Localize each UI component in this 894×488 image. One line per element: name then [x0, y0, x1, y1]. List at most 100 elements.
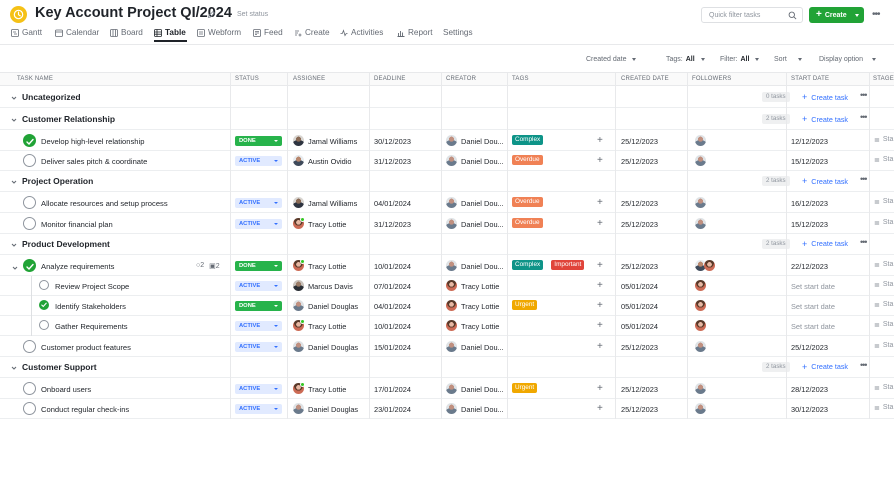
add-tag-icon[interactable]: + [597, 300, 603, 311]
status-dropdown[interactable]: DONE [235, 136, 282, 146]
task-complete-checkbox[interactable] [23, 216, 36, 230]
chevron-down-icon[interactable] [11, 116, 17, 122]
edit-pencil-icon[interactable] [207, 10, 216, 19]
stage-cell[interactable]: ≣ Sta [874, 384, 893, 392]
add-tag-icon[interactable]: + [597, 135, 603, 146]
start-date[interactable]: 30/12/2023 [791, 405, 828, 414]
task-name[interactable]: Develop high-level relationship [41, 137, 144, 146]
col-tags[interactable]: TAGS [512, 76, 529, 82]
task-name[interactable]: Conduct regular check-ins [41, 405, 129, 414]
stage-cell[interactable]: ≣ Sta [874, 219, 893, 227]
status-dropdown[interactable]: ACTIVE [235, 198, 282, 209]
follower-avatar[interactable] [695, 197, 706, 209]
task-row[interactable]: Deliver sales pitch & coordinate ACTIVE Au… [0, 151, 894, 172]
task-row[interactable]: Monitor financial plan ACTIVE Tracy Lottie… [0, 214, 894, 234]
add-tag-icon[interactable]: + [597, 403, 603, 414]
assignee-name[interactable]: Tracy Lottie [308, 322, 346, 331]
tag-badge[interactable]: Overdue [512, 197, 543, 208]
tab-calendar[interactable]: Calendar [55, 28, 99, 37]
task-name[interactable]: Deliver sales pitch & coordinate [41, 157, 147, 166]
create-task-link[interactable]: + Create task [802, 239, 848, 249]
stage-cell[interactable]: ≣ Sta [874, 136, 893, 144]
task-complete-checkbox[interactable] [23, 258, 36, 272]
add-tag-icon[interactable]: + [597, 320, 603, 331]
tag-badge[interactable]: Urgent [512, 382, 538, 393]
deadline-date[interactable]: 31/12/2023 [374, 220, 411, 229]
deadline-date[interactable]: 07/01/2024 [374, 282, 411, 291]
start-date[interactable]: 15/12/2023 [791, 220, 828, 229]
stage-cell[interactable]: ≣ Sta [874, 156, 893, 164]
sort-field-dropdown[interactable]: Created date [586, 54, 637, 64]
tags-filter-dropdown[interactable]: Tags: All [666, 54, 705, 64]
assignee-name[interactable]: Tracy Lottie [308, 262, 346, 271]
task-name[interactable]: Analyze requirements [41, 262, 114, 271]
add-tag-icon[interactable]: + [597, 280, 603, 291]
more-options-icon[interactable]: ••• [860, 90, 868, 100]
status-dropdown[interactable]: ACTIVE [235, 281, 282, 291]
follower-avatar[interactable] [695, 300, 706, 312]
expand-subtasks-icon[interactable] [12, 264, 18, 270]
chevron-down-icon[interactable] [11, 94, 17, 100]
task-name[interactable]: Allocate resources and setup process [41, 199, 168, 208]
status-dropdown[interactable]: ACTIVE [235, 341, 282, 352]
follower-avatar[interactable] [704, 259, 715, 271]
follower-avatar[interactable] [695, 217, 706, 229]
tab-report[interactable]: Report [397, 28, 433, 37]
tab-settings[interactable]: Settings [443, 28, 473, 37]
deadline-date[interactable]: 04/01/2024 [374, 302, 411, 311]
col-created-date[interactable]: CREATED DATE [621, 76, 669, 82]
task-name[interactable]: Customer product features [41, 343, 131, 352]
status-dropdown[interactable]: ACTIVE [235, 321, 282, 332]
tag-badge[interactable]: Important [551, 259, 585, 270]
start-date[interactable]: 15/12/2023 [791, 157, 828, 166]
filter-dropdown[interactable]: Filter: All [720, 54, 760, 64]
display-option-dropdown[interactable]: Display option [819, 54, 876, 64]
follower-avatar[interactable] [695, 320, 706, 332]
col-creator[interactable]: CREATOR [446, 76, 476, 82]
col-status[interactable]: STATUS [235, 76, 259, 82]
status-dropdown[interactable]: ACTIVE [235, 383, 282, 394]
col-stage[interactable]: STAGE [873, 76, 894, 82]
start-date[interactable]: 12/12/2023 [791, 137, 828, 146]
start-date[interactable]: 25/12/2023 [791, 343, 828, 352]
tab-create[interactable]: Create [294, 28, 330, 37]
stage-cell[interactable]: ≣ Sta [874, 261, 893, 269]
follower-avatar[interactable] [695, 340, 706, 352]
deadline-date[interactable]: 23/01/2024 [374, 405, 411, 414]
task-name[interactable]: Onboard users [41, 385, 91, 394]
task-complete-checkbox[interactable] [23, 134, 36, 147]
create-button[interactable]: + Create [809, 7, 864, 23]
status-dropdown[interactable]: DONE [235, 301, 282, 312]
tag-badge[interactable]: Complex [512, 259, 544, 270]
task-complete-checkbox[interactable] [23, 381, 36, 395]
task-name[interactable]: Review Project Scope [55, 282, 129, 291]
start-date[interactable]: 16/12/2023 [791, 199, 828, 208]
sort-dropdown[interactable]: Sort [774, 54, 802, 64]
status-dropdown[interactable]: ACTIVE [235, 218, 282, 229]
stage-cell[interactable]: ≣ Sta [874, 342, 893, 350]
more-options-icon[interactable]: ••• [872, 9, 880, 20]
assignee-name[interactable]: Tracy Lottie [308, 220, 346, 229]
deadline-date[interactable]: 17/01/2024 [374, 385, 411, 394]
assignee-name[interactable]: Daniel Douglas [308, 343, 358, 352]
assignee-name[interactable]: Tracy Lottie [308, 385, 346, 394]
start-date[interactable]: Set start date [791, 282, 835, 291]
task-row[interactable]: Gather Requirements ACTIVE Tracy Lottie 10/… [0, 316, 894, 337]
col-start-date[interactable]: START DATE [791, 76, 829, 82]
chevron-down-icon[interactable] [11, 364, 17, 370]
stage-cell[interactable]: ≣ Sta [874, 301, 893, 309]
more-options-icon[interactable]: ••• [860, 237, 868, 247]
deadline-date[interactable]: 10/01/2024 [374, 262, 411, 271]
follower-avatar[interactable] [695, 382, 706, 394]
task-row[interactable]: Analyze requirements ○2 ▣2 DONE Tracy Lottie… [0, 256, 894, 276]
follower-avatar[interactable] [695, 280, 706, 291]
tab-feed[interactable]: Feed [253, 28, 283, 37]
tab-activities[interactable]: Activities [340, 28, 383, 37]
assignee-name[interactable]: Daniel Douglas [308, 405, 358, 414]
task-row[interactable]: Onboard users ACTIVE Tracy Lottie 17/01/202… [0, 379, 894, 399]
stage-cell[interactable]: ≣ Sta [874, 198, 893, 206]
create-task-link[interactable]: + Create task [802, 362, 848, 372]
task-name[interactable]: Identify Stakeholders [55, 302, 126, 311]
assignee-name[interactable]: Jamal Williams [308, 137, 357, 146]
col-followers[interactable]: FOLLOWERS [692, 76, 731, 82]
